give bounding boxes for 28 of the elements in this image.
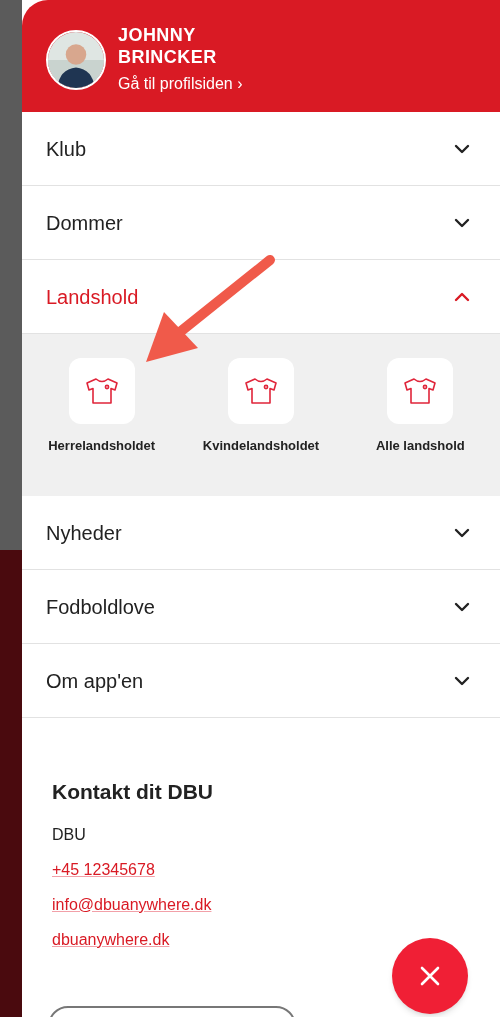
tile-label: Kvindelandsholdet	[202, 437, 320, 455]
team-tile[interactable]	[228, 358, 294, 424]
contact-link[interactable]: +45 12345678	[52, 857, 155, 882]
shirt-icon	[403, 377, 438, 405]
shirt-icon	[244, 377, 278, 405]
chevron-down-icon	[454, 675, 470, 686]
team-tile[interactable]	[68, 358, 135, 424]
chevron-up-icon	[454, 291, 470, 302]
tile-label: Alle landshold	[375, 437, 465, 455]
contact-org: DBU	[52, 824, 87, 845]
contact-title: Kontakt dit DBU	[52, 779, 214, 805]
shirt-icon	[84, 377, 119, 405]
profile-link[interactable]: Gå til profilsiden ›	[118, 72, 243, 96]
chevron-down-icon	[454, 143, 470, 154]
menu-item[interactable]: Klub	[22, 112, 500, 186]
close-icon	[420, 966, 440, 986]
contact-link[interactable]: dbuanywhere.dk	[52, 927, 170, 952]
contact-link[interactable]: info@dbuanywhere.dk	[52, 892, 212, 917]
team-tile[interactable]	[387, 358, 454, 424]
chevron-down-icon	[454, 601, 470, 612]
menu-item[interactable]: Nyheder	[22, 496, 500, 570]
menu-item[interactable]: Fodboldlove	[22, 570, 500, 644]
menu-item[interactable]: Dommer	[22, 186, 500, 260]
chevron-down-icon	[454, 527, 470, 538]
menu-item[interactable]: Om app'en	[22, 644, 500, 718]
chevron-down-icon	[454, 217, 470, 228]
tile-label: Herrelandsholdet	[48, 437, 156, 455]
user-name: JOHNNY BRINCKER	[118, 24, 218, 68]
